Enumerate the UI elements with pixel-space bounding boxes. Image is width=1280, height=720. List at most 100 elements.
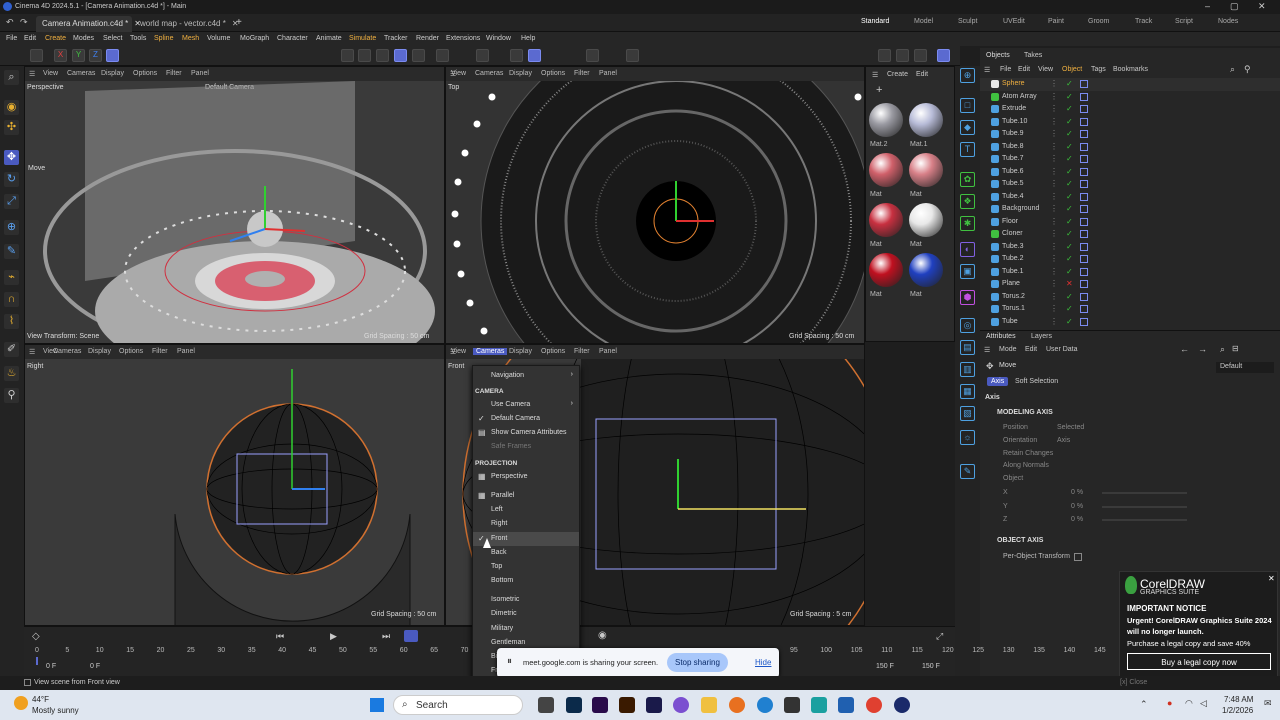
go-to-end-icon[interactable]: ⏭ [382, 631, 390, 642]
object-menu-view[interactable]: View [1038, 66, 1053, 73]
illustrator-icon[interactable] [619, 697, 635, 713]
menu-view[interactable]: View [451, 70, 466, 77]
menu-window[interactable]: Window [486, 35, 511, 42]
buy-legal-copy-button[interactable]: Buy a legal copy now [1127, 653, 1271, 670]
edges-mode-icon[interactable] [376, 49, 389, 62]
attr-menu-mode[interactable]: Mode [999, 346, 1017, 353]
menu-character[interactable]: Character [277, 35, 308, 42]
maximize-icon[interactable]: ▢ [1230, 1, 1239, 12]
menu-options[interactable]: Options [541, 348, 565, 355]
menu-display[interactable]: Display [509, 348, 532, 355]
menu-item-projection[interactable]: Military [473, 622, 579, 636]
visibility-icon[interactable]: ⋮ [1050, 267, 1058, 276]
quantize-icon[interactable] [586, 49, 599, 62]
visibility-icon[interactable]: ⋮ [1050, 204, 1058, 213]
menu-item-projection[interactable]: ▦ Perspective [473, 470, 579, 484]
tag-icon[interactable] [1080, 155, 1088, 163]
cinema4d-icon[interactable] [894, 697, 910, 713]
filter-icon[interactable]: ⚲ [1244, 64, 1251, 75]
menu-item-projection[interactable]: Left [473, 503, 579, 517]
visibility-icon[interactable]: ⋮ [1050, 117, 1058, 126]
object-row[interactable]: Tube ⋮ ✓ [980, 316, 1280, 329]
tag-icon[interactable] [1080, 180, 1088, 188]
visibility-icon[interactable]: ⋮ [1050, 129, 1058, 138]
edge-icon[interactable] [757, 697, 773, 713]
menu-panel[interactable]: Panel [191, 70, 209, 77]
tag-icon[interactable] [1080, 280, 1088, 288]
mail-icon[interactable] [838, 697, 854, 713]
premiere-icon[interactable] [592, 697, 608, 713]
enabled-check-icon[interactable]: ✓ [1066, 292, 1073, 301]
object-menu-tags[interactable]: Tags [1091, 66, 1106, 73]
visibility-icon[interactable]: ⋮ [1050, 154, 1058, 163]
visibility-icon[interactable]: ⋮ [1050, 317, 1058, 326]
viewport-menu-icon[interactable]: ☰ [29, 70, 35, 78]
layout-nodes[interactable]: Nodes [1218, 18, 1238, 25]
material-swatch[interactable] [869, 203, 903, 237]
clock-date[interactable]: 1/2/2026 [1222, 706, 1253, 715]
axis-mode-icon[interactable] [436, 49, 449, 62]
undo-icon[interactable]: ↶ [6, 17, 14, 28]
material-swatch[interactable] [909, 203, 943, 237]
menu-spline[interactable]: Spline [154, 35, 173, 42]
weld-icon[interactable]: ⚲ [4, 388, 19, 403]
notification-icon[interactable]: ✉ [1264, 698, 1272, 709]
timeline-start-field[interactable]: 0 F [46, 663, 56, 670]
menu-item-projection[interactable]: Back [473, 546, 579, 560]
menu-mesh[interactable]: Mesh [182, 35, 199, 42]
per-object-transform-checkbox[interactable] [1074, 553, 1082, 561]
viewport-top[interactable]: ☰ View Cameras Display Options Filter Pa… [445, 66, 865, 344]
visibility-icon[interactable]: ⋮ [1050, 254, 1058, 263]
field-icon[interactable]: ◐ [960, 242, 975, 257]
weather-icon[interactable] [14, 696, 28, 710]
coord-system-icon[interactable] [106, 49, 119, 62]
sky-object-icon[interactable]: ▧ [960, 406, 975, 421]
attr-menu-edit[interactable]: Edit [1025, 346, 1037, 353]
menu-extensions[interactable]: Extensions [446, 35, 480, 42]
viber-icon[interactable] [673, 697, 689, 713]
move-icon[interactable]: ✥ [4, 150, 19, 165]
tag-icon[interactable] [1080, 267, 1088, 276]
subtab-soft-selection[interactable]: Soft Selection [1015, 378, 1058, 385]
menu-item-projection[interactable]: Bottom [473, 574, 579, 588]
menu-panel[interactable]: Panel [599, 348, 617, 355]
object-menu-object[interactable]: Object [1062, 66, 1082, 73]
tab-camera-animation[interactable]: Camera Animation.c4d * ✕ [36, 16, 141, 32]
material-swatch[interactable] [909, 153, 943, 187]
enabled-check-icon[interactable]: ✓ [1066, 317, 1073, 326]
tweak-mode-icon[interactable] [476, 49, 489, 62]
windows-start-icon[interactable] [370, 698, 384, 712]
object-row[interactable]: Sphere ⋮ ✓ [980, 78, 1280, 91]
tag-icon[interactable] [1080, 205, 1088, 213]
cloner-icon[interactable]: ❖ [960, 194, 975, 209]
material-menu-icon[interactable]: ☰ [872, 71, 878, 79]
loop-icon[interactable] [404, 630, 418, 642]
tag-icon[interactable] [1080, 167, 1088, 176]
enabled-check-icon[interactable]: ✓ [1066, 192, 1073, 201]
enabled-check-icon[interactable]: ✓ [1066, 117, 1073, 126]
menu-tracker[interactable]: Tracker [384, 35, 407, 42]
menu-create[interactable]: Create [45, 35, 66, 42]
object-row[interactable]: Plane ⋮ ✕ [980, 278, 1280, 291]
menu-edit[interactable]: Edit [24, 35, 36, 42]
enabled-check-icon[interactable]: ✓ [1066, 154, 1073, 163]
search-icon[interactable]: ⌕ [1230, 64, 1235, 75]
menu-filter[interactable]: Filter [574, 70, 590, 77]
pen-icon[interactable]: ✎ [960, 464, 975, 479]
menu-mograph[interactable]: MoGraph [240, 35, 269, 42]
visibility-icon[interactable]: ⋮ [1050, 142, 1058, 151]
menu-item-navigation[interactable]: Navigation › [473, 369, 579, 383]
scale-icon[interactable]: ⤢ [4, 194, 19, 209]
tag-icon[interactable] [1080, 292, 1088, 301]
enabled-check-icon[interactable]: ✓ [1066, 254, 1073, 263]
file-explorer-icon[interactable] [701, 697, 717, 713]
layout-groom[interactable]: Groom [1088, 18, 1109, 25]
enabled-check-icon[interactable]: ✓ [1066, 79, 1073, 88]
primitive-icon[interactable]: ◆ [960, 120, 975, 135]
points-mode-icon[interactable] [358, 49, 371, 62]
taskbar-search[interactable]: ⌕ Search [393, 695, 523, 715]
object-row[interactable]: Tube.7 ⋮ ✓ [980, 153, 1280, 166]
object-row[interactable]: Tube.3 ⋮ ✓ [980, 241, 1280, 254]
grid-snap-icon[interactable] [528, 49, 541, 62]
section-object-axis[interactable]: OBJECT AXIS [997, 537, 1043, 544]
